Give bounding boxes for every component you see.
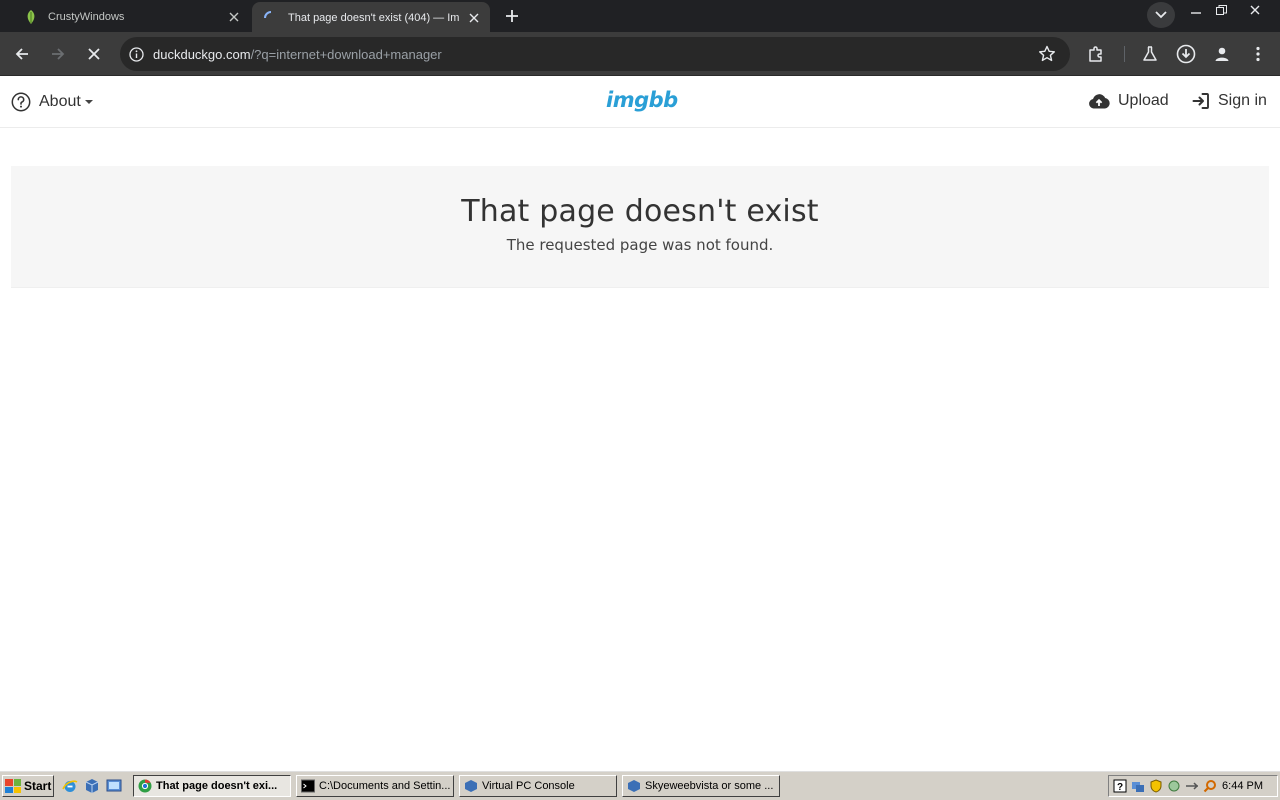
command-prompt-icon	[301, 779, 315, 793]
start-label: Start	[24, 779, 52, 793]
flask-icon	[1143, 46, 1157, 61]
back-button[interactable]	[10, 42, 34, 66]
new-tab-button[interactable]	[500, 5, 524, 27]
not-found-notice: That page doesn't exist The requested pa…	[11, 166, 1269, 288]
tab-title: CrustyWindows	[48, 11, 125, 23]
extensions-button[interactable]	[1084, 42, 1108, 66]
taskbar: Start That page doesn't exi... C:\Docume…	[0, 770, 1280, 800]
chrome-icon	[138, 779, 152, 793]
forward-button[interactable]	[46, 42, 70, 66]
labs-button[interactable]	[1138, 42, 1162, 66]
sign-in-icon	[1192, 92, 1210, 110]
security-shield-icon[interactable]	[1149, 779, 1163, 793]
task-label: Skyeweebvista or some ...	[645, 780, 774, 792]
site-info-icon[interactable]	[128, 46, 144, 62]
task-virtual-pc-console[interactable]: Virtual PC Console	[459, 775, 617, 797]
imgbb-logo[interactable]: imgbb	[606, 88, 678, 112]
tab-search-button[interactable]	[1147, 2, 1175, 28]
restore-window-button[interactable]	[1208, 0, 1234, 20]
about-menu[interactable]: About	[11, 92, 93, 112]
sign-in-button[interactable]: Sign in	[1192, 92, 1267, 110]
arrow-right-icon	[52, 48, 65, 60]
page-title: That page doesn't exist	[461, 194, 819, 229]
close-tab-icon[interactable]	[226, 9, 242, 25]
virtual-pc-icon	[464, 779, 478, 793]
network-icon[interactable]	[1131, 779, 1145, 793]
about-label: About	[39, 93, 81, 110]
task-virtual-machine[interactable]: Skyeweebvista or some ...	[622, 775, 780, 797]
virtual-pc-icon[interactable]	[84, 778, 100, 794]
start-button[interactable]: Start	[2, 775, 54, 797]
error-message: The requested page was not found.	[506, 236, 774, 254]
site-header: About imgbb Upload Sign in	[0, 77, 1280, 128]
clock: 6:44 PM	[1222, 780, 1263, 792]
close-tab-icon[interactable]	[466, 10, 482, 26]
tab-404-page[interactable]: That page doesn't exist (404) — Im	[252, 2, 490, 33]
address-bar[interactable]: duckduckgo.com/?q=internet+download+mana…	[120, 37, 1070, 71]
task-label: C:\Documents and Settin...	[319, 780, 451, 792]
system-tray: ? 6:44 PM	[1108, 775, 1278, 797]
task-browser-window[interactable]: That page doesn't exi...	[133, 775, 291, 797]
windows-logo-icon	[5, 779, 21, 793]
person-icon	[1215, 47, 1229, 61]
leaf-favicon-icon	[24, 10, 38, 24]
question-circle-icon	[11, 92, 31, 112]
connection-icon[interactable]	[1167, 779, 1181, 793]
upload-label: Upload	[1118, 92, 1169, 109]
task-command-prompt[interactable]: C:\Documents and Settin...	[296, 775, 454, 797]
browser-menu-button[interactable]	[1246, 42, 1270, 66]
more-vertical-icon	[1256, 46, 1260, 62]
tab-title: That page doesn't exist (404) — Im	[288, 11, 460, 24]
close-window-button[interactable]	[1242, 0, 1268, 20]
loading-spinner-icon	[264, 10, 278, 25]
svg-text:?: ?	[1117, 782, 1123, 793]
internet-explorer-icon[interactable]	[62, 778, 78, 794]
caret-down-icon	[84, 100, 93, 104]
url-text[interactable]: duckduckgo.com/?q=internet+download+mana…	[153, 47, 442, 62]
download-icon	[1176, 44, 1196, 64]
stop-loading-button[interactable]	[82, 42, 106, 66]
url-path: /?q=internet+download+manager	[250, 46, 442, 62]
virtual-pc-icon	[627, 779, 641, 793]
tab-crustywindows[interactable]: CrustyWindows	[14, 2, 250, 32]
task-label: Virtual PC Console	[482, 780, 575, 792]
downloads-button[interactable]	[1174, 42, 1198, 66]
cloud-upload-icon	[1088, 93, 1110, 109]
puzzle-icon	[1089, 46, 1102, 62]
bookmark-star-icon[interactable]	[1038, 45, 1056, 68]
task-label: That page doesn't exi...	[156, 780, 278, 792]
sign-in-label: Sign in	[1218, 92, 1267, 109]
usb-icon[interactable]	[1185, 779, 1199, 793]
arrow-left-icon	[15, 48, 28, 60]
help-icon[interactable]: ?	[1113, 779, 1127, 793]
close-icon	[88, 48, 100, 60]
show-desktop-icon[interactable]	[106, 778, 122, 794]
toolbar-separator	[1124, 46, 1125, 62]
tab-strip: CrustyWindows That page doesn't exist (4…	[0, 0, 1280, 33]
browser-toolbar: duckduckgo.com/?q=internet+download+mana…	[0, 32, 1280, 76]
url-host: duckduckgo.com	[153, 46, 251, 62]
upload-button[interactable]: Upload	[1088, 92, 1169, 110]
minimize-window-button[interactable]	[1183, 0, 1209, 20]
search-icon[interactable]	[1203, 779, 1217, 793]
profile-button[interactable]	[1210, 42, 1234, 66]
